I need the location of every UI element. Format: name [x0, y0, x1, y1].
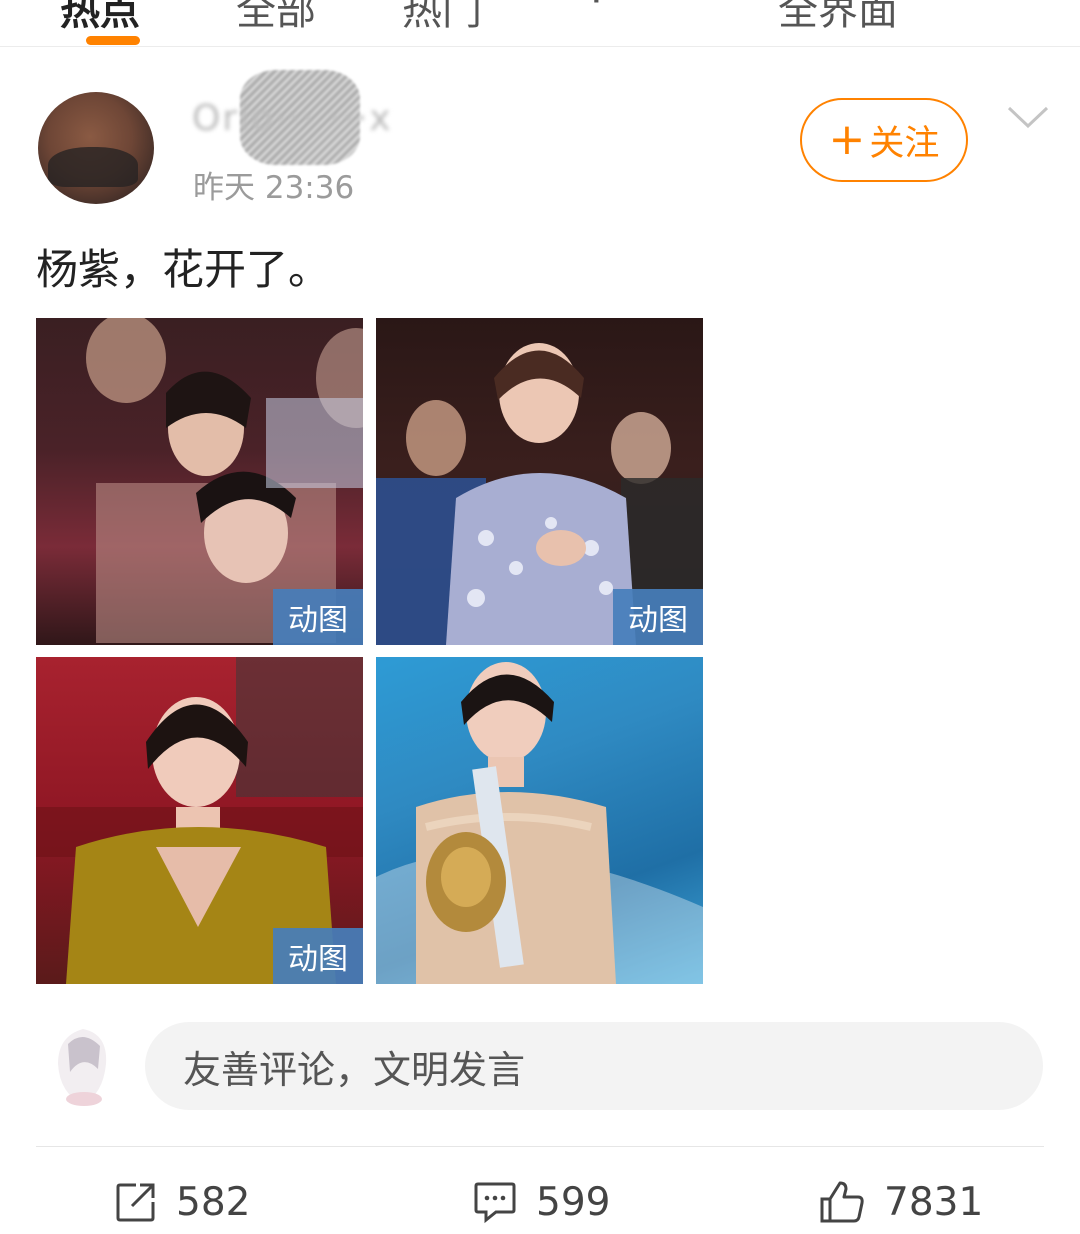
- follow-button[interactable]: + 关注: [800, 98, 968, 182]
- comment-input[interactable]: 友善评论，文明发言: [145, 1022, 1043, 1110]
- commenter-avatar: [58, 1029, 107, 1106]
- gif-badge: 动图: [273, 928, 363, 984]
- tab-bar: 热点 全部 热门 · 全界面: [0, 0, 1080, 47]
- post-text: 杨紫，花开了。: [36, 245, 331, 294]
- post-image-3[interactable]: 动图: [36, 657, 363, 984]
- tab-hot[interactable]: 热点: [60, 0, 140, 36]
- follow-label: 关注: [869, 123, 940, 164]
- repost-count: 582: [176, 1179, 251, 1225]
- post-image-2[interactable]: 动图: [376, 318, 703, 645]
- tab-active-indicator: [86, 36, 140, 45]
- gif-badge: 动图: [613, 589, 703, 645]
- post-image-4[interactable]: [376, 657, 703, 984]
- divider: [36, 1146, 1044, 1147]
- tab-all[interactable]: 全部: [236, 0, 316, 36]
- comment-count: 599: [536, 1179, 611, 1225]
- gif-badge: 动图: [273, 589, 363, 645]
- tab-more[interactable]: 全界面: [778, 0, 898, 36]
- comment-placeholder: 友善评论，文明发言: [183, 1047, 526, 1092]
- author-avatar[interactable]: [38, 92, 154, 204]
- repost-icon: [116, 1183, 155, 1222]
- tab-popular[interactable]: 热门: [402, 0, 482, 36]
- comment-button[interactable]: 599: [472, 1174, 610, 1230]
- tab-misc[interactable]: ·: [590, 0, 603, 24]
- image-content: [376, 662, 703, 984]
- plus-icon: +: [828, 114, 866, 165]
- comment-icon: [474, 1182, 516, 1224]
- post-image-1[interactable]: 动图: [36, 318, 363, 645]
- like-button[interactable]: 7831: [818, 1174, 983, 1230]
- author-username[interactable]: Orio··· ···x: [192, 98, 393, 139]
- chevron-down-icon[interactable]: [1006, 102, 1050, 132]
- repost-button[interactable]: 582: [114, 1174, 250, 1230]
- like-count: 7831: [884, 1179, 984, 1225]
- post-timestamp: 昨天 23:36: [193, 170, 355, 206]
- thumbs-up-icon: [820, 1181, 864, 1223]
